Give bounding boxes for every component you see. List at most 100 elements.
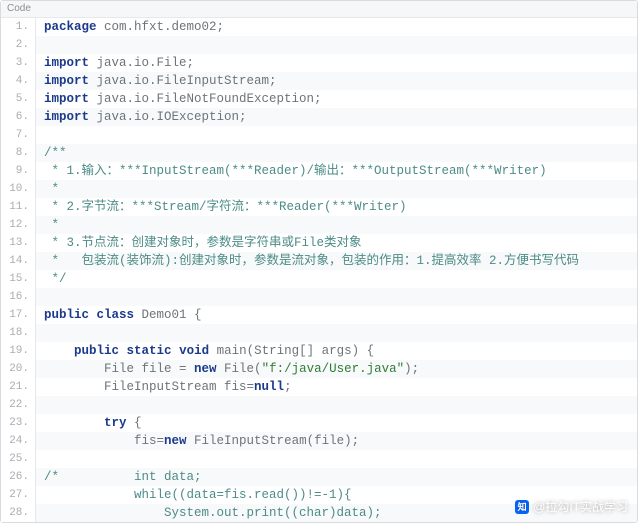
- code-token: void: [179, 344, 209, 358]
- code-token: /**: [44, 146, 67, 160]
- code-token: *: [44, 182, 59, 196]
- line-number: 14.: [1, 252, 36, 270]
- code-block: Code 1.package com.hfxt.demo02;2. 3.impo…: [0, 0, 638, 523]
- line-number: 4.: [1, 72, 36, 90]
- code-line: 15. */: [1, 270, 637, 288]
- code-token: * 3.节点流：创建对象时，参数是字符串或File类对象: [44, 236, 362, 250]
- code-token: package: [44, 20, 97, 34]
- code-line: 24. fis=new FileInputStream(file);: [1, 432, 637, 450]
- code-line: 26./* int data;: [1, 468, 637, 486]
- code-line: 20. File file = new File("f:/java/User.j…: [1, 360, 637, 378]
- line-number: 11.: [1, 198, 36, 216]
- code-line: 12. *: [1, 216, 637, 234]
- code-content[interactable]: try {: [36, 414, 637, 432]
- code-content[interactable]: import java.io.FileNotFoundException;: [36, 90, 637, 108]
- line-number: 9.: [1, 162, 36, 180]
- code-line: 10. *: [1, 180, 637, 198]
- code-content[interactable]: public static void main(String[] args) {: [36, 342, 637, 360]
- code-line: 14. * 包装流(装饰流):创建对象时，参数是流对象，包装的作用：1.提高效率…: [1, 252, 637, 270]
- line-number: 25.: [1, 450, 36, 468]
- code-content[interactable]: * 包装流(装饰流):创建对象时，参数是流对象，包装的作用：1.提高效率 2.方…: [36, 252, 637, 270]
- code-line: 7.: [1, 126, 637, 144]
- code-content[interactable]: File file = new File("f:/java/User.java"…: [36, 360, 637, 378]
- code-token: main(String[] args) {: [209, 344, 374, 358]
- code-line: 18.: [1, 324, 637, 342]
- code-content[interactable]: fis=new FileInputStream(file);: [36, 432, 637, 450]
- zhihu-logo-icon: 知: [515, 500, 529, 514]
- code-token: ;: [284, 380, 292, 394]
- code-content[interactable]: import java.io.FileInputStream;: [36, 72, 637, 90]
- code-content[interactable]: /* int data;: [36, 468, 637, 486]
- code-content[interactable]: import java.io.File;: [36, 54, 637, 72]
- code-token: * 2.字节流：***Stream/字符流：***Reader(***Write…: [44, 200, 407, 214]
- line-number: 6.: [1, 108, 36, 126]
- code-line: 22.: [1, 396, 637, 414]
- code-content[interactable]: FileInputStream fis=null;: [36, 378, 637, 396]
- line-number: 13.: [1, 234, 36, 252]
- code-content[interactable]: * 3.节点流：创建对象时，参数是字符串或File类对象: [36, 234, 637, 252]
- code-token: "f:/java/User.java": [262, 362, 405, 376]
- code-content[interactable]: *: [36, 216, 637, 234]
- watermark: 知 @拉勾IT实战学习: [515, 498, 628, 515]
- code-line: 8. /**: [1, 144, 637, 162]
- code-content[interactable]: public class Demo01 {: [36, 306, 637, 324]
- line-number: 10.: [1, 180, 36, 198]
- code-content[interactable]: [36, 288, 637, 306]
- code-token: fis=: [44, 434, 164, 448]
- code-content[interactable]: [36, 36, 637, 54]
- line-number: 5.: [1, 90, 36, 108]
- line-number: 12.: [1, 216, 36, 234]
- line-number: 20.: [1, 360, 36, 378]
- code-header-label: Code: [1, 1, 637, 18]
- code-content[interactable]: * 2.字节流：***Stream/字符流：***Reader(***Write…: [36, 198, 637, 216]
- line-number: 2.: [1, 36, 36, 54]
- code-content[interactable]: [36, 450, 637, 468]
- code-token: java.io.FileInputStream;: [89, 74, 277, 88]
- line-number: 19.: [1, 342, 36, 360]
- code-content[interactable]: */: [36, 270, 637, 288]
- code-token: new: [164, 434, 187, 448]
- line-number: 1.: [1, 18, 36, 36]
- code-content[interactable]: [36, 324, 637, 342]
- line-number: 3.: [1, 54, 36, 72]
- code-token: import: [44, 74, 89, 88]
- code-content[interactable]: import java.io.IOException;: [36, 108, 637, 126]
- code-token: /* int data;: [44, 470, 202, 484]
- code-token: java.io.File;: [89, 56, 194, 70]
- code-token: *: [44, 218, 59, 232]
- code-content[interactable]: package com.hfxt.demo02;: [36, 18, 637, 36]
- line-number: 8.: [1, 144, 36, 162]
- line-number: 16.: [1, 288, 36, 306]
- code-line: 3.import java.io.File;: [1, 54, 637, 72]
- code-token: public: [44, 308, 89, 322]
- line-number: 28.: [1, 504, 36, 522]
- code-content[interactable]: * 1.输入：***InputStream(***Reader)/输出：***O…: [36, 162, 637, 180]
- code-content[interactable]: /**: [36, 144, 637, 162]
- code-token: [89, 308, 97, 322]
- code-token: new: [194, 362, 217, 376]
- code-body: 1.package com.hfxt.demo02;2. 3.import ja…: [1, 18, 637, 522]
- code-content[interactable]: [36, 126, 637, 144]
- code-line: 17.public class Demo01 {: [1, 306, 637, 324]
- code-token: while((data=fis.read())!=-1){: [44, 488, 352, 502]
- code-token: * 1.输入：***InputStream(***Reader)/输出：***O…: [44, 164, 547, 178]
- line-number: 7.: [1, 126, 36, 144]
- code-line: 25.: [1, 450, 637, 468]
- code-line: 6.import java.io.IOException;: [1, 108, 637, 126]
- code-line: 19. public static void main(String[] arg…: [1, 342, 637, 360]
- code-token: File file =: [44, 362, 194, 376]
- line-number: 22.: [1, 396, 36, 414]
- code-token: public: [74, 344, 119, 358]
- code-token: try: [104, 416, 127, 430]
- line-number: 15.: [1, 270, 36, 288]
- code-content[interactable]: [36, 396, 637, 414]
- code-line: 5.import java.io.FileNotFoundException;: [1, 90, 637, 108]
- code-content[interactable]: *: [36, 180, 637, 198]
- code-token: import: [44, 110, 89, 124]
- code-token: import: [44, 56, 89, 70]
- line-number: 27.: [1, 486, 36, 504]
- code-line: 13. * 3.节点流：创建对象时，参数是字符串或File类对象: [1, 234, 637, 252]
- code-token: [44, 344, 74, 358]
- code-line: 21. FileInputStream fis=null;: [1, 378, 637, 396]
- code-token: com.hfxt.demo02;: [97, 20, 225, 34]
